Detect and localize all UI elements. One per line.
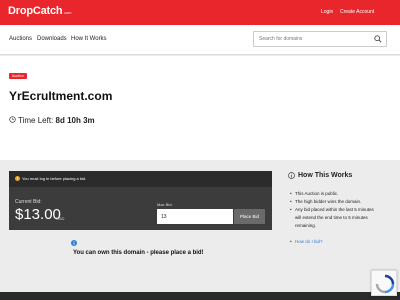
clock-icon xyxy=(9,116,16,123)
recaptcha-badge[interactable] xyxy=(371,270,397,296)
how-to-bid-link[interactable]: How do I bid? xyxy=(290,239,323,244)
list-item-continuation: will extend the end time to 5 minutes xyxy=(295,215,368,220)
search-box[interactable]: Search for domains xyxy=(253,31,387,47)
promo-text: You can own this domain - please place a… xyxy=(73,250,204,256)
domain-title: YrEcruItment.com xyxy=(9,89,113,103)
nav-auctions[interactable]: Auctions xyxy=(9,36,32,42)
search-icon[interactable] xyxy=(374,35,382,43)
current-bid-label: Current Bid: xyxy=(15,199,42,205)
create-account-link[interactable]: Create Account xyxy=(340,9,374,15)
list-item: The high bidder wins the domain. xyxy=(290,198,374,206)
warning-icon xyxy=(15,176,20,181)
auction-badge: Auction xyxy=(9,73,27,79)
current-bid-value: $13.00 xyxy=(15,206,61,223)
info-circle-icon xyxy=(288,172,295,179)
logo[interactable]: DropCatch.com xyxy=(8,5,72,17)
place-bid-button[interactable]: Place Bid xyxy=(234,209,265,224)
max-bid-label: Max Bid: xyxy=(157,202,173,207)
list-item-continuation: remaining. xyxy=(295,223,317,228)
list-item: This Auction is public. xyxy=(290,190,374,198)
recaptcha-icon xyxy=(375,274,395,294)
list-item: Any bid placed within the last 5 minutes xyxy=(290,206,374,214)
login-notice-text: You must log in before placing a bid. xyxy=(22,176,87,181)
how-it-works-list: This Auction is public. The high bidder … xyxy=(290,190,374,230)
time-left: Time Left: 8d 10h 3m xyxy=(18,116,95,125)
nav-downloads[interactable]: Downloads xyxy=(37,36,67,42)
currency-label: USD xyxy=(56,216,65,221)
search-input[interactable]: Search for domains xyxy=(259,36,302,42)
nav-how-it-works[interactable]: How It Works xyxy=(71,36,107,42)
how-it-works-title: How This Works xyxy=(298,172,353,179)
footer xyxy=(0,292,400,300)
info-icon xyxy=(71,240,77,246)
max-bid-input[interactable] xyxy=(157,209,233,224)
auction-main xyxy=(0,56,400,160)
login-link[interactable]: Login xyxy=(321,9,333,15)
